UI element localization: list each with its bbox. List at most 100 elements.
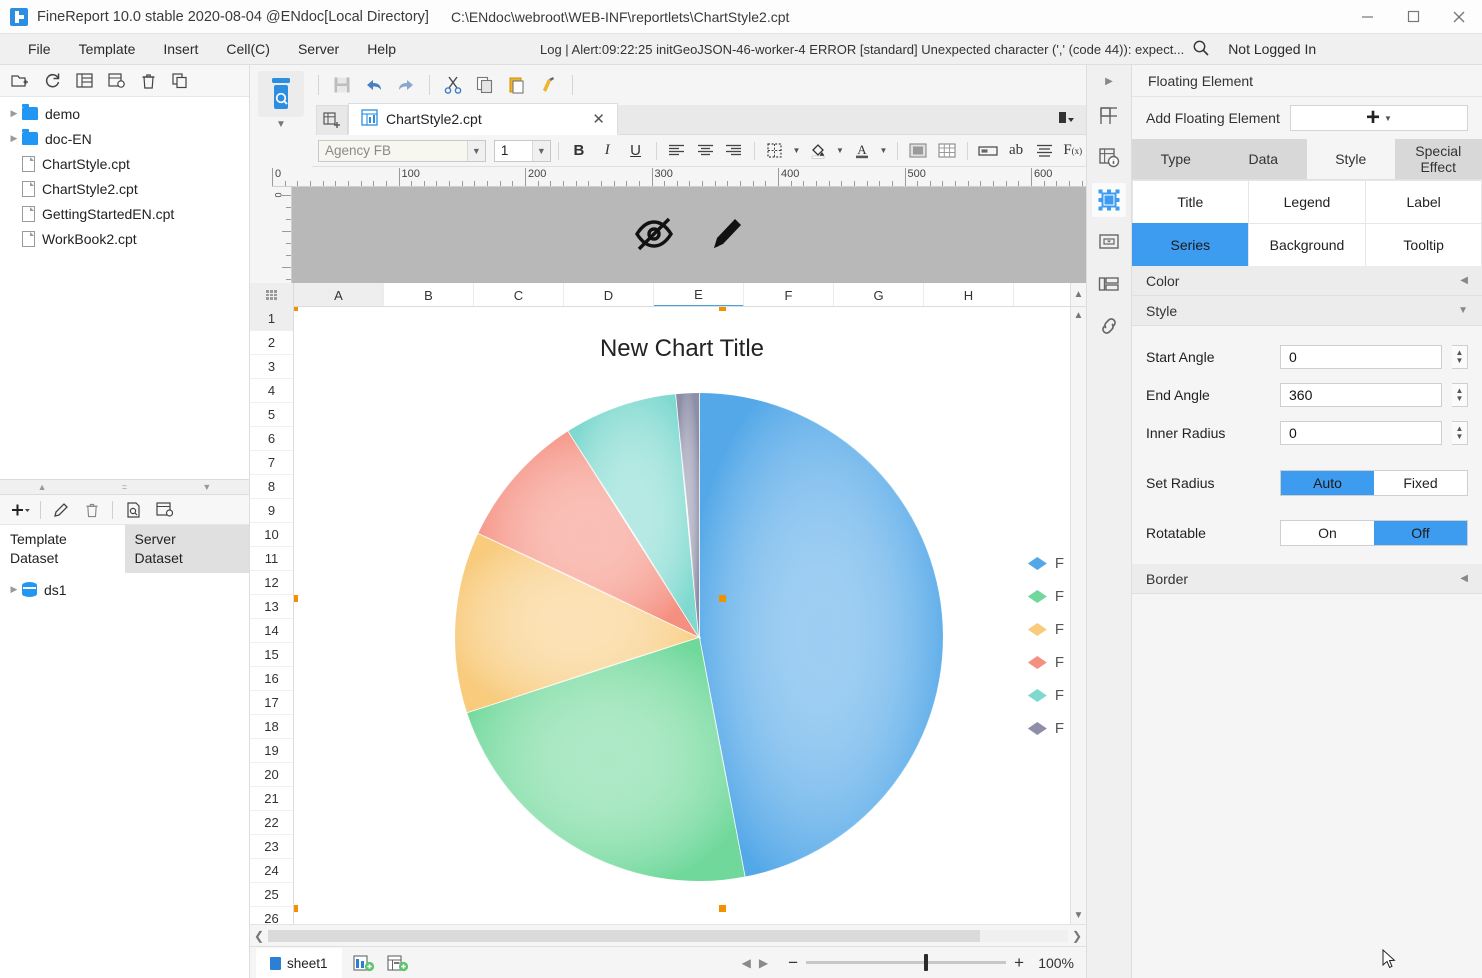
row-header-19[interactable]: 19 [250,739,293,763]
legend-item[interactable]: F [1027,687,1064,704]
row-header-16[interactable]: 16 [250,667,293,691]
rotatable-on-option[interactable]: On [1281,521,1374,545]
start-angle-input[interactable]: 0 [1280,345,1442,369]
collapse-down-icon[interactable]: ▼ [202,482,211,492]
config-icon[interactable] [150,497,178,523]
menu-item-server[interactable]: Server [284,37,353,61]
horizontal-scrollbar[interactable]: ❮ ❯ [250,924,1086,946]
tree-item-workbook2[interactable]: WorkBook2.cpt [0,226,249,251]
preview-button[interactable] [258,71,304,117]
column-header-d[interactable]: D [564,283,654,306]
column-header-e[interactable]: E [654,283,744,306]
chevron-down-icon[interactable]: ▼ [466,140,485,161]
section-color[interactable]: Color ◀ [1132,266,1482,296]
cut-icon[interactable] [438,71,468,99]
row-header-22[interactable]: 22 [250,811,293,835]
zoom-slider-thumb[interactable] [924,954,929,971]
tab-server-dataset[interactable]: Server Dataset [124,525,249,573]
row-header-3[interactable]: 3 [250,355,293,379]
sheet-tab-sheet1[interactable]: sheet1 [256,947,342,978]
row-header-12[interactable]: 12 [250,571,293,595]
tab-data[interactable]: Data [1219,139,1307,179]
style-cell-legend[interactable]: Legend [1248,179,1366,224]
merge-cell-icon[interactable] [905,138,931,164]
floating-element-icon[interactable] [1092,183,1126,217]
h-scroll-thumb[interactable] [268,929,980,942]
text-icon[interactable]: ab [1003,138,1029,164]
section-border[interactable]: Border ◀ [1132,564,1482,594]
font-family-select[interactable]: Agency FB ▼ [318,139,486,162]
undo-icon[interactable] [359,71,389,99]
legend-item[interactable]: F [1027,588,1064,605]
tree-item-gettingstarted[interactable]: GettingStartedEN.cpt [0,201,249,226]
vertical-scrollbar[interactable]: ▲ ▼ [1070,307,1086,924]
pie-chart[interactable] [294,337,1070,924]
set-radius-fixed-option[interactable]: Fixed [1374,471,1467,495]
tree-item-demo[interactable]: ▶ demo [0,101,249,126]
row-header-26[interactable]: 26 [250,907,293,924]
row-header-2[interactable]: 2 [250,331,293,355]
menu-item-insert[interactable]: Insert [149,37,212,61]
align-center-icon[interactable] [692,138,718,164]
bold-button[interactable]: B [566,138,592,164]
align-left-icon[interactable] [664,138,690,164]
menu-item-help[interactable]: Help [353,37,410,61]
add-sheet-icon[interactable] [352,953,376,973]
caret-down-icon[interactable]: ▼ [1456,395,1464,403]
italic-button[interactable]: I [594,138,620,164]
template-icon[interactable] [70,68,98,94]
row-header-10[interactable]: 10 [250,523,293,547]
start-angle-stepper[interactable]: ▲ ▼ [1452,345,1468,369]
tab-menu-icon[interactable] [1058,111,1074,128]
paragraph-icon[interactable] [1031,138,1057,164]
log-alert-area[interactable]: Log | Alert:09:22:25 initGeoJSON-46-work… [540,39,1210,60]
menu-item-file[interactable]: File [14,37,65,61]
save-icon[interactable] [327,71,357,99]
select-all-corner[interactable] [250,283,294,307]
formula-icon[interactable]: F (x) [1060,138,1086,164]
scroll-down-arrow[interactable]: ▼ [1074,910,1084,921]
section-style[interactable]: Style ▼ [1132,296,1482,326]
zoom-slider-track[interactable] [806,954,1007,971]
border-dropdown-caret[interactable]: ▼ [790,138,803,164]
column-header-c[interactable]: C [474,283,564,306]
table-icon[interactable] [933,138,959,164]
column-header-g[interactable]: G [834,283,924,306]
row-header-20[interactable]: 20 [250,763,293,787]
format-painter-icon[interactable] [534,71,564,99]
align-right-icon[interactable] [720,138,746,164]
font-color-icon[interactable]: A [849,138,875,164]
row-header-15[interactable]: 15 [250,643,293,667]
copy-icon[interactable] [470,71,500,99]
edit-icon[interactable] [47,497,75,523]
row-header-13[interactable]: 13 [250,595,293,619]
pencil-edit-icon[interactable] [707,214,747,257]
chevron-right-icon[interactable]: ▶ [6,133,22,144]
hidden-eye-icon[interactable] [631,215,677,256]
fill-color-icon[interactable] [805,138,831,164]
column-header-h[interactable]: H [924,283,1014,306]
scroll-right-arrow[interactable]: ❯ [1068,929,1086,943]
chevron-down-icon[interactable]: ▼ [531,140,550,161]
column-header-a[interactable]: A [294,283,384,306]
cell-attributes-icon[interactable] [1092,99,1126,133]
paste-icon[interactable] [502,71,532,99]
tab-style[interactable]: Style [1307,139,1395,179]
minimize-button[interactable] [1344,0,1390,34]
row-header-8[interactable]: 8 [250,475,293,499]
copy-icon[interactable] [166,68,194,94]
style-cell-title[interactable]: Title [1131,179,1250,224]
row-header-4[interactable]: 4 [250,379,293,403]
row-header-18[interactable]: 18 [250,715,293,739]
underline-button[interactable]: U [622,138,648,164]
end-angle-stepper[interactable]: ▲ ▼ [1452,383,1468,407]
refresh-icon[interactable] [38,68,66,94]
tree-item-doc-en[interactable]: ▶ doc-EN [0,126,249,151]
legend-item[interactable]: F [1027,654,1064,671]
legend-item[interactable]: F [1027,621,1064,638]
row-header-21[interactable]: 21 [250,787,293,811]
chevron-right-icon[interactable]: ▶ [6,584,22,595]
row-header-5[interactable]: 5 [250,403,293,427]
maximize-button[interactable] [1390,0,1436,34]
row-header-14[interactable]: 14 [250,619,293,643]
